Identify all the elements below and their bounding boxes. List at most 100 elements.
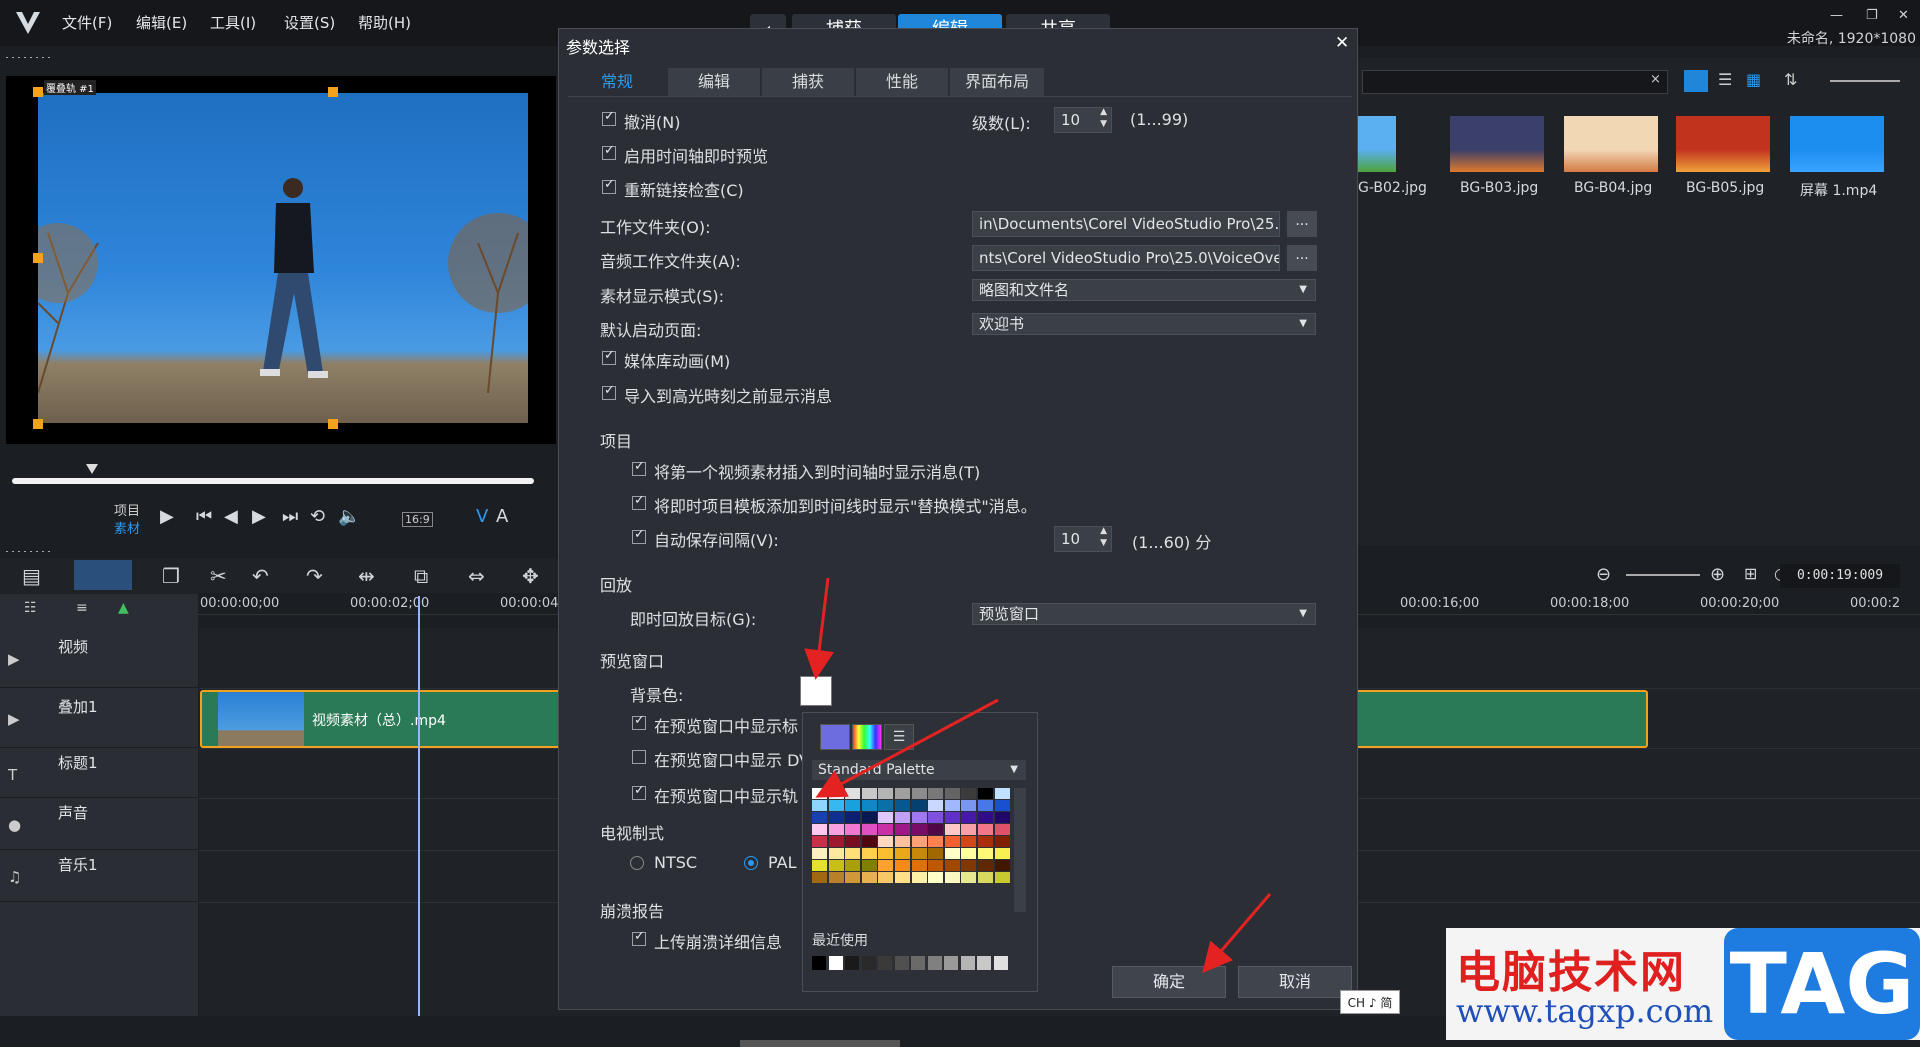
view-list-icon[interactable]: ☰	[1718, 70, 1732, 89]
add-marker-icon[interactable]: ▲	[118, 600, 129, 616]
palette-mode-slider-icon[interactable]: ☰	[884, 724, 914, 750]
timeline-preview-checkbox[interactable]	[602, 143, 616, 160]
view-grid-icon[interactable]: ▦	[1746, 70, 1761, 89]
scroll-thumb[interactable]	[740, 1040, 900, 1047]
zoom-in-icon[interactable]: ⊕	[1710, 564, 1725, 585]
palette-swatch[interactable]	[911, 800, 927, 811]
resize-handle[interactable]	[33, 87, 43, 97]
recent-swatch[interactable]	[960, 956, 975, 970]
menu-help[interactable]: 帮助(H)	[358, 12, 411, 33]
palette-swatch[interactable]	[812, 872, 827, 883]
palette-swatch[interactable]	[812, 800, 827, 811]
track-manager-icon[interactable]: ☷	[24, 600, 37, 616]
bg-color-swatch[interactable]	[800, 676, 832, 706]
palette-swatch[interactable]	[994, 836, 1010, 847]
palette-swatch[interactable]	[994, 800, 1010, 811]
palette-swatch[interactable]	[928, 836, 944, 847]
palette-swatch[interactable]	[828, 872, 844, 883]
close-window-icon[interactable]: ✕	[1898, 8, 1909, 23]
tab-layout[interactable]: 界面布局	[950, 68, 1044, 96]
recent-swatch[interactable]	[845, 956, 859, 970]
autosave-spinner[interactable]: 10 ▲ ▼	[1054, 526, 1112, 552]
audio-folder-browse-button[interactable]: ...	[1287, 245, 1317, 271]
tab-editing[interactable]: 编辑	[668, 68, 760, 96]
chapter-icon[interactable]: ≡	[76, 600, 88, 616]
palette-swatch[interactable]	[928, 872, 944, 883]
recent-swatch[interactable]	[878, 956, 892, 970]
show-title-checkbox[interactable]	[632, 713, 646, 730]
palette-swatch[interactable]	[961, 824, 977, 835]
palette-swatch[interactable]	[861, 848, 877, 859]
scrub-thumb[interactable]	[86, 464, 98, 474]
recent-swatch[interactable]	[927, 956, 942, 970]
zoom-slider[interactable]	[1626, 574, 1700, 576]
undo-levels-spinner[interactable]: 10 ▲ ▼	[1054, 107, 1112, 133]
palette-swatch[interactable]	[944, 824, 960, 835]
recent-swatch[interactable]	[894, 956, 909, 970]
palette-swatch[interactable]	[961, 860, 977, 871]
palette-swatch[interactable]	[845, 848, 861, 859]
relink-checkbox[interactable]	[602, 177, 616, 194]
recent-swatch[interactable]	[861, 956, 876, 970]
palette-swatch[interactable]	[944, 800, 960, 811]
library-thumb[interactable]	[1564, 116, 1658, 172]
upload-crash-checkbox[interactable]	[632, 929, 646, 946]
palette-swatch[interactable]	[828, 824, 844, 835]
recent-swatch[interactable]	[911, 956, 925, 970]
repeat-icon[interactable]: ⟲	[310, 506, 325, 527]
palette-swatch[interactable]	[944, 836, 960, 847]
palette-grid[interactable]	[812, 788, 1014, 908]
palette-swatch[interactable]	[828, 788, 844, 799]
palette-swatch[interactable]	[861, 800, 877, 811]
resize-handle[interactable]	[33, 419, 43, 429]
palette-swatch[interactable]	[928, 800, 944, 811]
palette-swatch[interactable]	[961, 848, 977, 859]
prev-frame-icon[interactable]: ◀	[224, 506, 238, 527]
palette-swatch[interactable]	[978, 824, 993, 835]
palette-swatch[interactable]	[812, 824, 827, 835]
copy-icon[interactable]: ❐	[162, 564, 180, 588]
palette-swatch[interactable]	[861, 788, 877, 799]
palette-swatch[interactable]	[861, 872, 877, 883]
library-thumb[interactable]	[1790, 116, 1884, 172]
palette-swatch[interactable]	[994, 872, 1010, 883]
spin-up-icon[interactable]: ▲	[1100, 526, 1107, 536]
cancel-button[interactable]: 取消	[1238, 966, 1352, 998]
palette-swatch[interactable]	[961, 800, 977, 811]
palette-swatch[interactable]	[978, 788, 993, 799]
palette-swatch[interactable]	[961, 836, 977, 847]
palette-swatch[interactable]	[978, 860, 993, 871]
palette-swatch[interactable]	[845, 872, 861, 883]
ntsc-radio[interactable]	[630, 856, 644, 870]
ime-indicator[interactable]: CH ♪ 简	[1340, 990, 1400, 1014]
fit-icon[interactable]: ⇹	[358, 564, 375, 588]
palette-mode-swatch-icon[interactable]	[820, 724, 850, 750]
recent-swatch[interactable]	[812, 956, 826, 970]
recent-swatch[interactable]	[828, 956, 843, 970]
palette-swatch[interactable]	[861, 812, 877, 823]
playback-target-select[interactable]: 预览窗口 ▼	[972, 603, 1316, 625]
clip-mode-label[interactable]: 素材	[114, 518, 140, 537]
palette-swatch[interactable]	[944, 872, 960, 883]
menu-tools[interactable]: 工具(I)	[210, 12, 256, 33]
palette-swatch[interactable]	[978, 812, 993, 823]
palette-swatch[interactable]	[878, 788, 894, 799]
palette-swatch[interactable]	[878, 848, 894, 859]
palette-swatch[interactable]	[845, 836, 861, 847]
palette-swatch[interactable]	[895, 848, 910, 859]
palette-swatch[interactable]	[845, 788, 861, 799]
go-start-icon[interactable]: ⏮	[196, 506, 212, 527]
vector-icon[interactable]: V	[476, 506, 488, 527]
palette-swatch[interactable]	[812, 848, 827, 859]
template-msg-checkbox[interactable]	[632, 493, 646, 510]
crop-icon[interactable]: ⧉	[414, 564, 428, 588]
palette-swatch[interactable]	[895, 860, 910, 871]
palette-swatch[interactable]	[944, 848, 960, 859]
start-page-select[interactable]: 欢迎书 ▼	[972, 313, 1316, 335]
playhead[interactable]	[418, 596, 420, 1016]
palette-swatch[interactable]	[845, 812, 861, 823]
palette-swatch[interactable]	[812, 788, 827, 799]
spin-down-icon[interactable]: ▼	[1100, 119, 1107, 129]
palette-scrollbar[interactable]	[1014, 788, 1026, 912]
palette-swatch[interactable]	[994, 812, 1010, 823]
